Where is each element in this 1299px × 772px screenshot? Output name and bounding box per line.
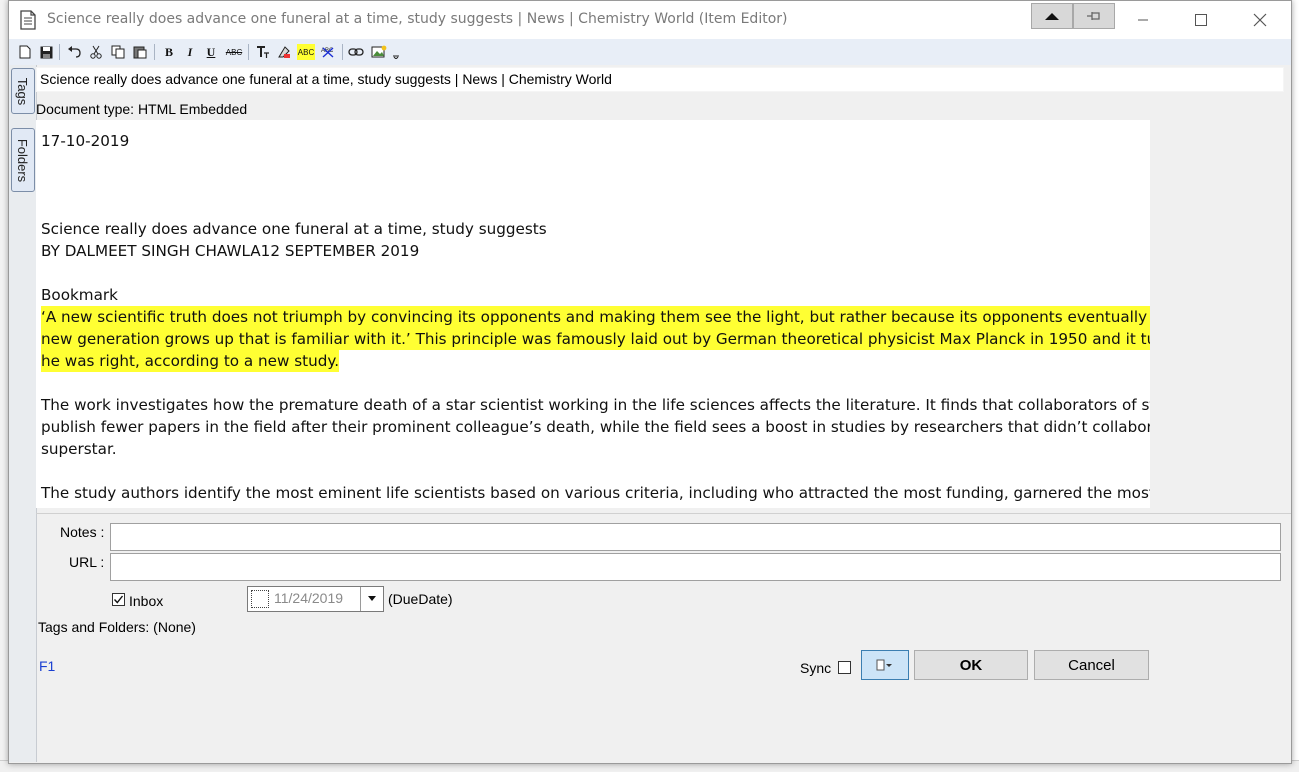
undo-button[interactable] (65, 44, 83, 60)
due-date-label: (DueDate) (388, 591, 453, 607)
inbox-checkbox[interactable] (112, 593, 125, 606)
content-divider (36, 513, 1291, 514)
notes-label: Notes : (60, 524, 105, 540)
paste-button[interactable] (131, 44, 149, 60)
cut-button[interactable] (87, 44, 105, 60)
insert-image-icon (371, 45, 387, 58)
item-title-field[interactable]: Science really does advance one funeral … (36, 67, 1284, 92)
item-editor-dialog: Science really does advance one funeral … (8, 0, 1292, 764)
tab-folders[interactable]: Folders (11, 128, 35, 192)
spell-check-button[interactable]: ABC (319, 44, 337, 60)
paragraph-line: publish fewer papers in the field after … (41, 418, 1150, 436)
help-link[interactable]: F1 (39, 658, 55, 674)
ok-button[interactable]: OK (914, 650, 1028, 680)
notes-field[interactable] (110, 523, 1281, 551)
cut-icon (90, 45, 102, 59)
maximize-icon (1195, 14, 1207, 26)
tab-folders-label: Folders (15, 138, 31, 182)
strikethrough-button[interactable]: ABC (225, 44, 243, 60)
highlighted-quote-line: ‘A new scientific truth does not triumph… (41, 306, 1150, 328)
maximize-button[interactable] (1172, 1, 1230, 39)
more-icon (393, 55, 399, 59)
paste-icon (133, 46, 147, 59)
pin-button[interactable] (1073, 3, 1115, 29)
link-button[interactable] (347, 44, 365, 60)
highlight-button[interactable]: ABC (297, 44, 315, 60)
highlighted-quote-line: new generation grows up that is familiar… (41, 328, 1150, 350)
underline-icon: U (206, 44, 216, 59)
due-date-checkbox[interactable] (251, 590, 269, 608)
close-button[interactable] (1231, 1, 1289, 39)
clear-format-button[interactable] (275, 44, 293, 60)
text-style-icon (257, 46, 269, 58)
toolbar-overflow-button[interactable] (391, 44, 401, 60)
cancel-button[interactable]: Cancel (1034, 650, 1149, 680)
bold-button[interactable]: B (160, 44, 178, 60)
italic-icon: I (187, 44, 193, 59)
highlighted-quote-line: he was right, according to a new study. (41, 350, 340, 372)
underline-button[interactable]: U (202, 44, 220, 60)
toolbar-separator (342, 44, 343, 60)
tab-tags-label: Tags (15, 77, 31, 105)
due-date-value: 11/24/2019 (274, 590, 344, 606)
copy-button[interactable] (109, 44, 127, 60)
insert-image-button[interactable] (370, 44, 388, 60)
paragraph-line: The work investigates how the premature … (41, 396, 1150, 414)
tab-tags[interactable]: Tags (11, 68, 35, 114)
article-headline: Science really does advance one funeral … (41, 220, 547, 238)
due-date-picker[interactable]: 11/24/2019 (247, 586, 384, 612)
save-button[interactable] (37, 44, 55, 60)
bold-icon: B (164, 44, 173, 59)
checkmark-icon (113, 595, 124, 604)
inbox-label: Inbox (129, 593, 164, 609)
options-menu-icon (876, 659, 892, 671)
toolbar-separator (154, 44, 155, 60)
paragraph-line: superstar. (41, 440, 117, 458)
highlight-icon: ABC (297, 47, 315, 57)
article-byline: BY DALMEET SINGH CHAWLA12 SEPTEMBER 2019 (41, 242, 420, 260)
new-document-icon (19, 45, 31, 59)
link-icon (348, 48, 364, 56)
tags-folders-summary: Tags and Folders: (None) (38, 619, 196, 635)
strikethrough-icon: ABC (225, 47, 243, 57)
options-dropdown-button[interactable] (861, 650, 909, 680)
new-document-button[interactable] (16, 44, 34, 60)
due-date-dropdown[interactable] (360, 587, 383, 611)
text-style-button[interactable] (254, 44, 272, 60)
clear-format-icon (278, 46, 290, 58)
sync-checkbox[interactable] (838, 661, 851, 674)
document-type-label: Document type: HTML Embedded (36, 101, 248, 117)
chevron-down-icon (368, 596, 376, 601)
sync-label: Sync (800, 660, 832, 676)
document-content[interactable]: 17-10-2019 Science really does advance o… (36, 120, 1150, 508)
title-bar: Science really does advance one funeral … (9, 1, 1291, 39)
move-up-button[interactable] (1031, 3, 1073, 29)
italic-button[interactable]: I (181, 44, 199, 60)
pin-icon (1087, 12, 1100, 20)
paragraph-line: The study authors identify the most emin… (41, 484, 1150, 502)
copy-icon (111, 45, 125, 59)
document-icon (20, 10, 36, 30)
minimize-icon (1138, 19, 1148, 21)
bookmark-text: Bookmark (41, 286, 118, 304)
document-date: 17-10-2019 (41, 132, 130, 150)
spell-check-icon: ABC (321, 47, 334, 58)
editor-toolbar: B I U ABC ABC ABC (9, 39, 1291, 65)
url-field[interactable] (110, 553, 1281, 581)
toolbar-separator (59, 44, 60, 60)
save-icon (40, 46, 52, 58)
side-tab-strip: Tags Folders (9, 65, 37, 762)
url-label: URL : (69, 554, 105, 570)
window-title: Science really does advance one funeral … (47, 11, 788, 27)
undo-icon (68, 46, 81, 58)
minimize-button[interactable] (1114, 1, 1172, 39)
close-icon (1253, 13, 1267, 27)
toolbar-separator (248, 44, 249, 60)
triangle-up-icon (1045, 13, 1059, 20)
